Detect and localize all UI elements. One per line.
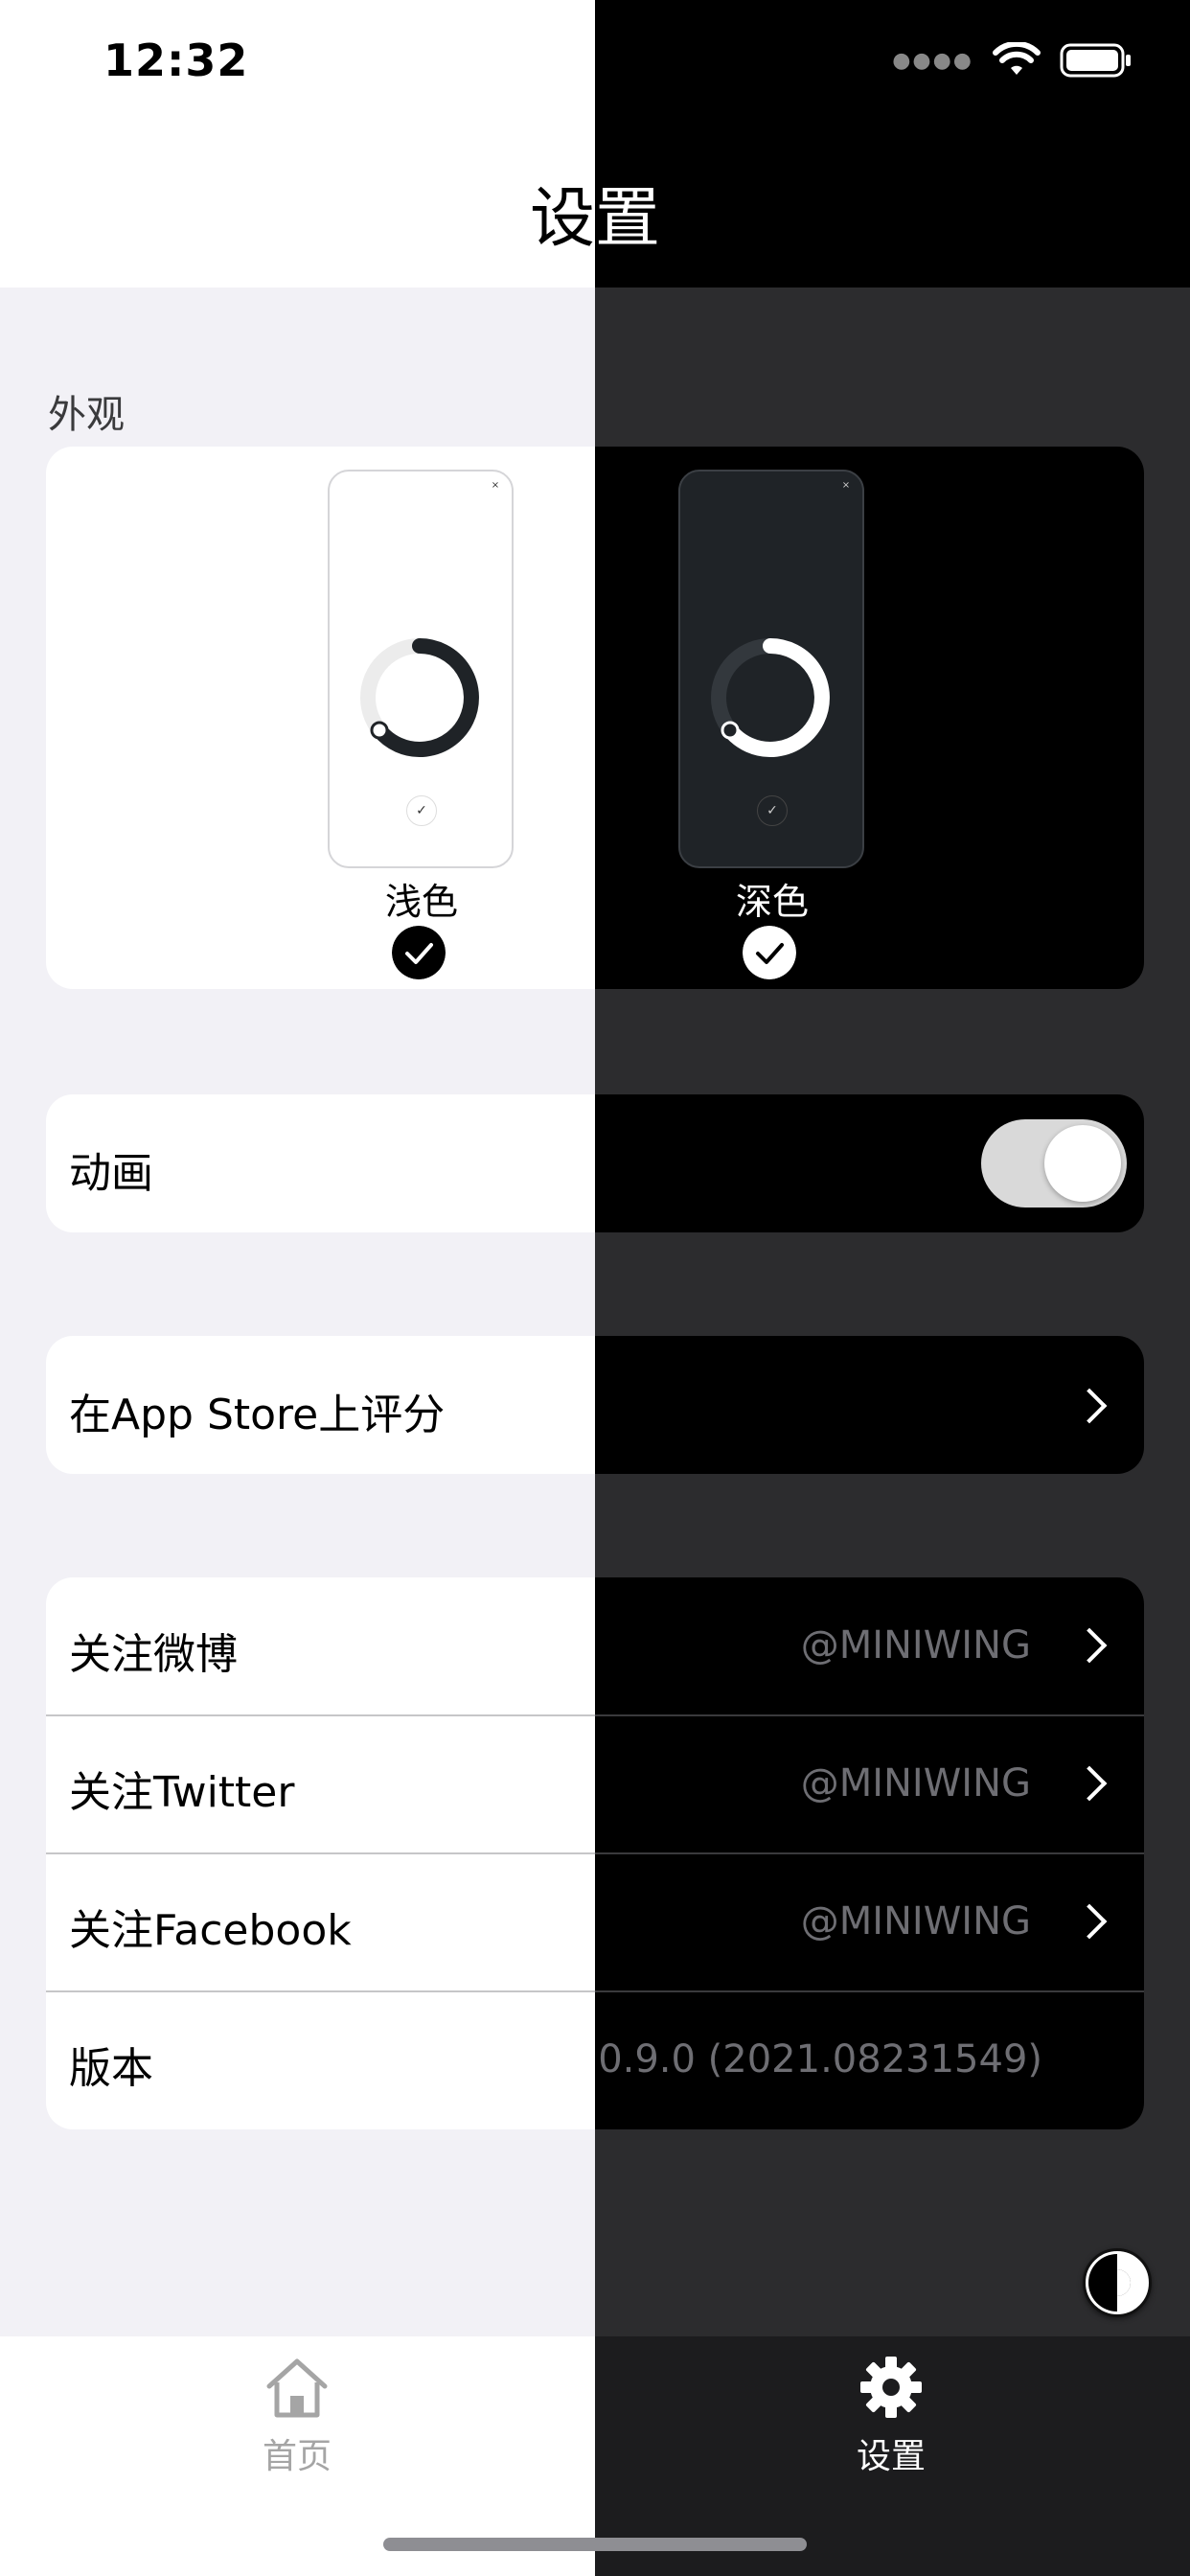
follow-facebook-value: @MINIWING xyxy=(800,1899,1031,1944)
status-indicators: ●●●● xyxy=(892,42,1133,79)
checkmark-icon[interactable] xyxy=(743,926,796,979)
follow-weibo-label: 关注微博 xyxy=(69,1630,238,1679)
section-label-appearance: 外观 xyxy=(48,393,125,437)
light-theme-preview[interactable]: × ✓ xyxy=(328,470,514,868)
follow-weibo-row[interactable]: 关注微博 @MINIWING xyxy=(46,1577,1144,1715)
animation-label: 动画 xyxy=(69,1149,153,1198)
page-title: 设置 xyxy=(529,181,660,257)
tab-home-label: 首页 xyxy=(262,2437,332,2476)
tab-settings-label: 设置 xyxy=(856,2437,926,2476)
dark-theme-preview[interactable]: × ✓ xyxy=(678,470,864,868)
wifi-icon xyxy=(993,42,1041,75)
small-check-icon: ✓ xyxy=(406,795,437,826)
follow-facebook-row[interactable]: 关注Facebook @MINIWING xyxy=(46,1853,1144,1991)
contrast-icon xyxy=(1088,2254,1146,2312)
chevron-right-icon xyxy=(1071,1903,1108,1940)
theme-switch-button[interactable] xyxy=(1083,2248,1152,2317)
gear-icon xyxy=(860,2357,922,2418)
checkmark-icon[interactable] xyxy=(392,926,446,979)
progress-ring-icon xyxy=(711,638,830,757)
close-icon: × xyxy=(841,480,851,491)
progress-ring-icon xyxy=(360,638,479,757)
follow-section: 关注微博 @MINIWING 关注Twitter @MINIWING 关注Fac… xyxy=(46,1577,1144,2129)
follow-twitter-label: 关注Twitter xyxy=(69,1768,295,1817)
appearance-label-light: 浅色 xyxy=(385,881,459,923)
animation-row: 动画 xyxy=(46,1094,1144,1232)
status-time: 12:32 xyxy=(103,34,249,86)
version-row: 版本 0.9.0 (2021.08231549) xyxy=(46,1991,1144,2129)
chevron-right-icon xyxy=(1071,1627,1108,1664)
follow-twitter-value: @MINIWING xyxy=(800,1761,1031,1806)
small-check-icon: ✓ xyxy=(757,795,788,826)
appearance-card: × ✓ 浅色 × ✓ 深色 xyxy=(46,447,1144,989)
rate-app-label: 在App Store上评分 xyxy=(69,1391,446,1439)
animation-toggle[interactable] xyxy=(981,1119,1127,1208)
tab-home[interactable]: 首页 xyxy=(201,2356,393,2478)
appearance-label-dark: 深色 xyxy=(736,881,810,923)
follow-facebook-label: 关注Facebook xyxy=(69,1906,352,1955)
battery-icon xyxy=(1060,43,1131,78)
home-indicator xyxy=(383,2538,807,2551)
chevron-right-icon xyxy=(1071,1765,1108,1802)
rate-app-row[interactable]: 在App Store上评分 xyxy=(46,1336,1144,1474)
version-label: 版本 xyxy=(69,2044,153,2093)
follow-weibo-value: @MINIWING xyxy=(800,1623,1031,1668)
signal-icon: ●●●● xyxy=(892,48,973,73)
tab-settings[interactable]: 设置 xyxy=(795,2356,987,2478)
home-icon xyxy=(266,2358,328,2418)
version-value: 0.9.0 (2021.08231549) xyxy=(598,2037,1042,2082)
close-icon: × xyxy=(491,480,500,491)
follow-twitter-row[interactable]: 关注Twitter @MINIWING xyxy=(46,1715,1144,1853)
